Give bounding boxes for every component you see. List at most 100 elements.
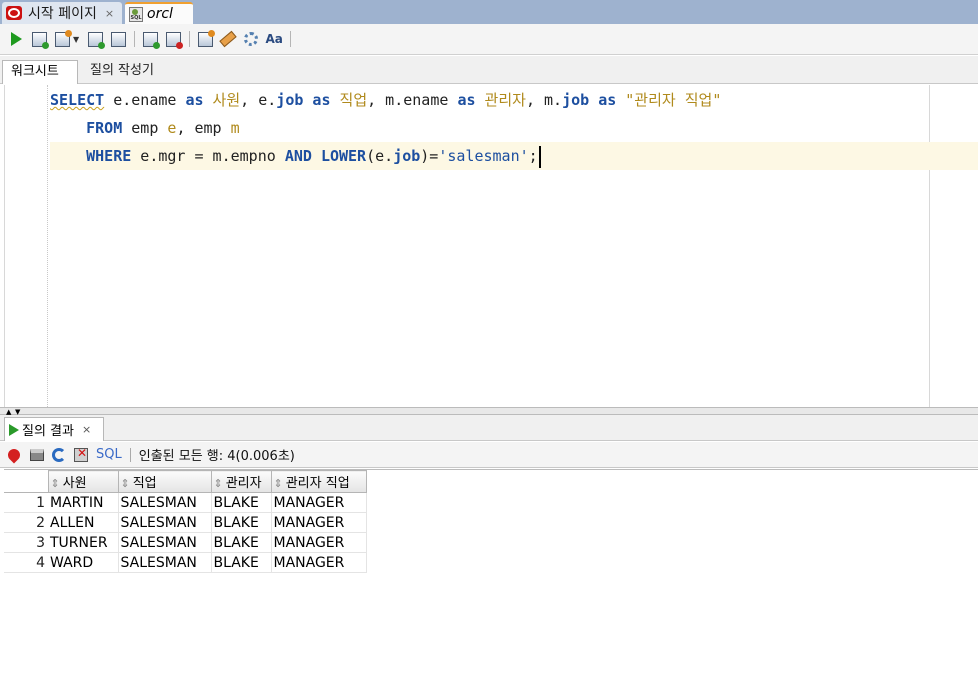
tab-query-result[interactable]: 질의 결과 × xyxy=(4,417,104,441)
delete-icon[interactable] xyxy=(74,446,88,462)
autotrace-button[interactable] xyxy=(108,29,128,49)
table-cell[interactable]: SALESMAN xyxy=(118,532,212,553)
code-line-3[interactable]: WHERE e.mgr = m.empno AND LOWER(e.job)='… xyxy=(50,142,978,170)
pin-icon[interactable] xyxy=(5,446,23,463)
code-line-2[interactable]: FROM emp e, emp m xyxy=(50,114,240,142)
oracle-icon xyxy=(6,6,22,20)
code-token: e.ename xyxy=(104,91,186,109)
column-header-label: 직업 xyxy=(132,476,157,491)
code-token: , m.ename xyxy=(367,91,458,109)
tab-start-page[interactable]: 시작 페이지 × xyxy=(2,2,122,24)
column-header[interactable]: ⇕ 관리자 xyxy=(210,470,272,493)
refresh-icon[interactable] xyxy=(52,447,66,462)
chevron-down-icon[interactable]: ▼ xyxy=(73,35,79,44)
table-row[interactable]: 1 MARTIN SALESMAN BLAKE MANAGER xyxy=(4,492,367,513)
commit-icon xyxy=(54,29,72,47)
table-cell[interactable]: MANAGER xyxy=(271,512,367,533)
sort-icon: ⇕ xyxy=(50,477,60,490)
tab-orcl-worksheet[interactable]: SQL orcl xyxy=(125,2,193,24)
table-row[interactable]: 2 ALLEN SALESMAN BLAKE MANAGER xyxy=(4,512,367,533)
results-table: ⇕ 사원 ⇕ 직업 ⇕ 관리자 ⇕ 관리자 직업 1 MARTIN SALESMAN B… xyxy=(4,470,367,573)
table-cell[interactable]: TURNER xyxy=(48,532,119,553)
row-number: 4 xyxy=(4,552,48,573)
worksheet-toolbar: ▼ Aa xyxy=(0,24,978,55)
column-header-label: 관리자 xyxy=(225,476,262,491)
results-grid[interactable]: ⇕ 사원 ⇕ 직업 ⇕ 관리자 ⇕ 관리자 직업 1 MARTIN SALESMAN B… xyxy=(4,469,978,682)
toolbar-separator xyxy=(134,31,136,47)
column-header[interactable]: ⇕ 직업 xyxy=(117,470,212,493)
table-cell[interactable]: BLAKE xyxy=(211,532,272,553)
print-icon[interactable] xyxy=(30,448,44,461)
row-number: 3 xyxy=(4,532,48,553)
eraser-icon xyxy=(219,30,237,48)
table-cell[interactable]: MARTIN xyxy=(48,492,119,513)
sql-editor[interactable]: SELECT e.ename as 사원, e.job as 직업, m.ena… xyxy=(4,85,978,407)
commit-check-icon xyxy=(142,31,160,49)
worksheet-subtab-bar: 워크시트 질의 작성기 xyxy=(0,56,978,84)
tab-worksheet[interactable]: 워크시트 xyxy=(2,60,78,84)
table-row[interactable]: 3 TURNER SALESMAN BLAKE MANAGER xyxy=(4,532,367,553)
run-statement-button[interactable] xyxy=(6,29,26,49)
editor-margin-line xyxy=(929,85,930,407)
sort-icon: ⇕ xyxy=(120,477,130,490)
sql-tuning-button[interactable] xyxy=(195,29,215,49)
table-cell[interactable]: BLAKE xyxy=(211,492,272,513)
column-header[interactable]: ⇕ 관리자 직업 xyxy=(270,470,367,493)
table-header-row: ⇕ 사원 ⇕ 직업 ⇕ 관리자 ⇕ 관리자 직업 xyxy=(4,470,367,493)
column-header-label: 사원 xyxy=(62,476,87,491)
code-token: "관리자 직업" xyxy=(616,91,722,109)
autotrace-icon xyxy=(110,31,126,47)
tab-orcl-label: orcl xyxy=(147,6,173,22)
code-token: e.mgr = m.empno xyxy=(131,147,285,165)
sql-button[interactable]: SQL xyxy=(96,447,122,462)
editor-gutter xyxy=(47,85,48,407)
text-case-icon: Aa xyxy=(265,32,283,46)
history-button[interactable] xyxy=(241,29,261,49)
table-cell[interactable]: BLAKE xyxy=(211,512,272,533)
run-script-button[interactable] xyxy=(29,29,49,49)
code-token: , emp xyxy=(176,119,231,137)
row-number: 1 xyxy=(4,492,48,513)
query-result-icon xyxy=(9,423,19,436)
table-row[interactable]: 4 WARD SALESMAN BLAKE MANAGER xyxy=(4,552,367,573)
row-number-header xyxy=(4,470,48,493)
code-token: 사원 xyxy=(203,91,241,109)
code-token: )= xyxy=(420,147,439,165)
code-token: 'salesman' xyxy=(438,147,529,165)
table-cell[interactable]: WARD xyxy=(48,552,119,573)
code-token: (e. xyxy=(366,147,394,165)
code-line-1[interactable]: SELECT e.ename as 사원, e.job as 직업, m.ena… xyxy=(50,86,721,114)
results-tab-bar: 질의 결과 × xyxy=(0,415,978,441)
code-token: job xyxy=(562,91,590,109)
tab-query-builder[interactable]: 질의 작성기 xyxy=(82,60,182,84)
clear-button[interactable] xyxy=(218,29,238,49)
code-token: job xyxy=(276,91,304,109)
table-cell[interactable]: SALESMAN xyxy=(118,552,212,573)
close-icon[interactable]: × xyxy=(82,423,91,436)
panel-splitter[interactable]: ▲ ▼ xyxy=(0,407,978,416)
format-case-button[interactable]: Aa xyxy=(264,29,284,49)
table-cell[interactable]: SALESMAN xyxy=(118,512,212,533)
column-header[interactable]: ⇕ 사원 xyxy=(47,470,119,493)
commit-button[interactable] xyxy=(52,29,72,49)
close-icon[interactable]: × xyxy=(105,7,114,20)
table-cell[interactable]: BLAKE xyxy=(211,552,272,573)
sort-icon: ⇕ xyxy=(273,477,283,490)
table-cell[interactable]: MANAGER xyxy=(271,492,367,513)
fetch-status-text: 인출된 모든 행: 4(0.006초) xyxy=(138,449,295,464)
explain-plan-button[interactable] xyxy=(85,29,105,49)
rollback-button[interactable] xyxy=(163,29,183,49)
table-cell[interactable]: SALESMAN xyxy=(118,492,212,513)
table-cell[interactable]: MANAGER xyxy=(271,532,367,553)
code-token: emp xyxy=(122,119,168,137)
run-icon xyxy=(10,32,22,46)
commit-transaction-button[interactable] xyxy=(140,29,160,49)
code-token: , m. xyxy=(525,91,563,109)
table-cell[interactable]: MANAGER xyxy=(271,552,367,573)
table-cell[interactable]: ALLEN xyxy=(48,512,119,533)
code-token: AND xyxy=(284,147,312,165)
text-caret xyxy=(538,145,541,168)
code-token: WHERE xyxy=(50,147,132,165)
code-token: SELECT xyxy=(50,91,105,109)
